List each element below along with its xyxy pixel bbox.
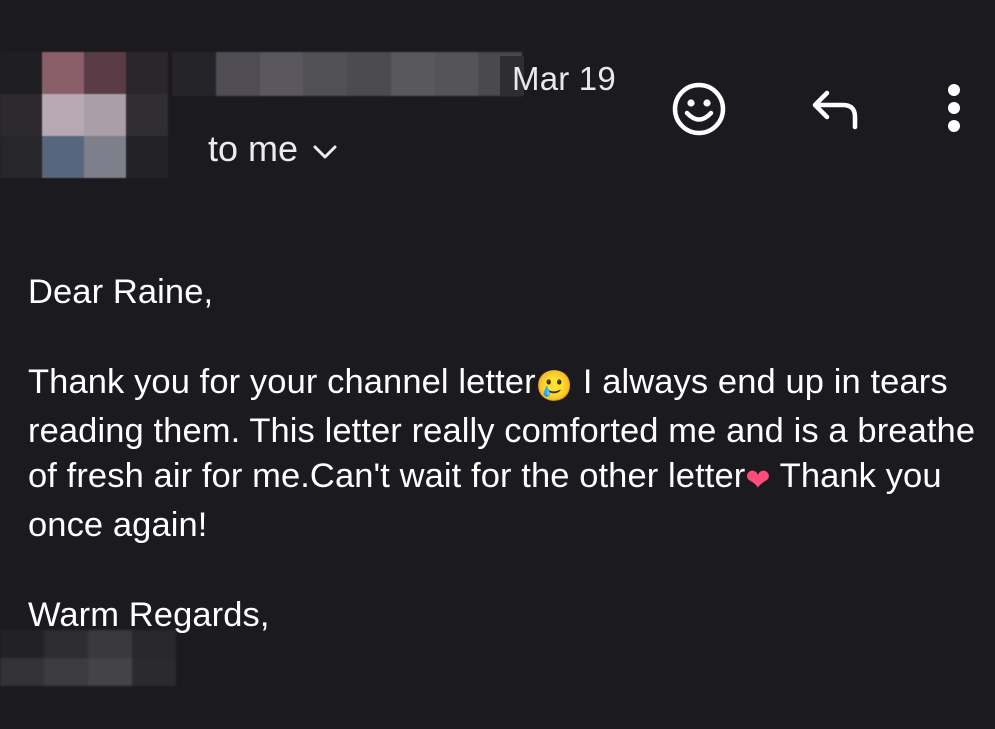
reply-button[interactable] [803, 80, 865, 136]
message-date: Mar 19 [512, 60, 616, 97]
message-body: Dear Raine, Thank you for your channel l… [28, 270, 978, 638]
avatar[interactable] [0, 52, 170, 184]
signature-redacted [0, 630, 176, 686]
heart-emoji: ❤ [745, 463, 771, 498]
more-vertical-icon [948, 84, 960, 132]
recipient-label: to me [208, 128, 299, 169]
message-paragraph: Thank you for your channel letter🥲 I alw… [28, 360, 978, 548]
tear-smile-emoji: 🥲 [535, 369, 574, 404]
recipient-toggle[interactable]: to me [208, 128, 338, 170]
reply-icon [812, 90, 858, 130]
react-button[interactable] [668, 78, 730, 140]
smiley-icon [672, 82, 726, 136]
chevron-down-icon [313, 145, 337, 159]
email-view: Mar 19 to me Dear Raine, Thank you for y… [0, 0, 995, 729]
more-options-button[interactable] [934, 78, 974, 138]
sender-name-redacted [172, 52, 522, 96]
paragraph-part-1: Thank you for your channel letter [28, 363, 536, 401]
greeting: Dear Raine, [28, 273, 214, 311]
